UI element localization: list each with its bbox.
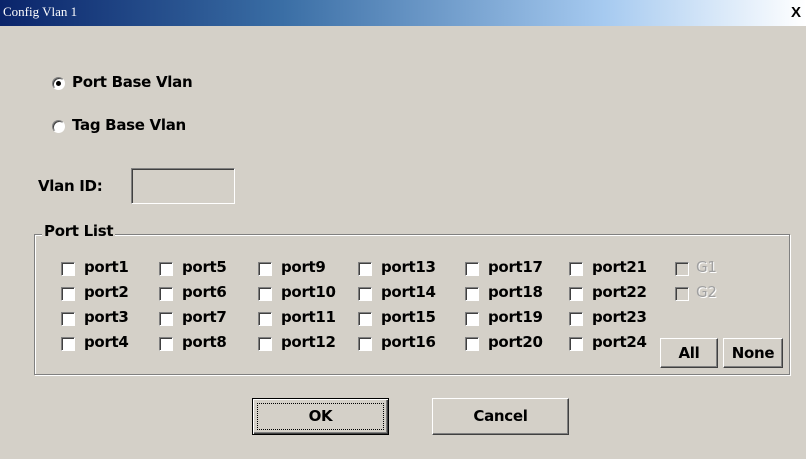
- port9-checkbox[interactable]: [258, 262, 272, 276]
- port9-label[interactable]: port9: [281, 258, 326, 276]
- port20-label[interactable]: port20: [488, 333, 543, 351]
- port22-label[interactable]: port22: [592, 283, 647, 301]
- port16-label[interactable]: port16: [381, 333, 436, 351]
- select-all-label: All: [678, 344, 700, 362]
- port13-checkbox[interactable]: [358, 262, 372, 276]
- config-vlan-dialog: Config Vlan 1 X Port Base Vlan Tag Base …: [0, 0, 806, 459]
- port4-label[interactable]: port4: [84, 333, 129, 351]
- cancel-label: Cancel: [473, 407, 528, 425]
- select-none-button[interactable]: None: [723, 338, 783, 368]
- port2-label[interactable]: port2: [84, 283, 129, 301]
- port7-checkbox[interactable]: [159, 312, 173, 326]
- g1-label: G1: [696, 258, 717, 276]
- port3-checkbox[interactable]: [61, 312, 75, 326]
- select-none-label: None: [731, 344, 775, 362]
- port21-label[interactable]: port21: [592, 258, 647, 276]
- tag-base-vlan-label[interactable]: Tag Base Vlan: [72, 116, 186, 134]
- port12-label[interactable]: port12: [281, 333, 336, 351]
- port12-checkbox[interactable]: [258, 337, 272, 351]
- port11-label[interactable]: port11: [281, 308, 336, 326]
- port11-checkbox[interactable]: [258, 312, 272, 326]
- port-list-legend: Port List: [42, 222, 116, 240]
- port19-label[interactable]: port19: [488, 308, 543, 326]
- port17-label[interactable]: port17: [488, 258, 543, 276]
- focus-ring: [257, 403, 384, 430]
- port4-checkbox[interactable]: [61, 337, 75, 351]
- port20-checkbox[interactable]: [465, 337, 479, 351]
- port6-label[interactable]: port6: [182, 283, 227, 301]
- g1-checkbox: [675, 262, 689, 276]
- port15-checkbox[interactable]: [358, 312, 372, 326]
- port7-label[interactable]: port7: [182, 308, 227, 326]
- vlan-id-input[interactable]: [131, 168, 235, 204]
- port14-label[interactable]: port14: [381, 283, 436, 301]
- port21-checkbox[interactable]: [569, 262, 583, 276]
- select-all-button[interactable]: All: [660, 338, 718, 368]
- port18-label[interactable]: port18: [488, 283, 543, 301]
- port15-label[interactable]: port15: [381, 308, 436, 326]
- radio-selected-dot: [56, 81, 61, 86]
- port2-checkbox[interactable]: [61, 287, 75, 301]
- ok-button[interactable]: OK: [252, 398, 389, 435]
- g2-label: G2: [696, 283, 717, 301]
- close-button[interactable]: X: [788, 5, 804, 21]
- port10-label[interactable]: port10: [281, 283, 336, 301]
- port14-checkbox[interactable]: [358, 287, 372, 301]
- port24-checkbox[interactable]: [569, 337, 583, 351]
- vlan-id-label: Vlan ID:: [38, 177, 103, 195]
- port1-label[interactable]: port1: [84, 258, 129, 276]
- port16-checkbox[interactable]: [358, 337, 372, 351]
- port8-checkbox[interactable]: [159, 337, 173, 351]
- port10-checkbox[interactable]: [258, 287, 272, 301]
- cancel-button[interactable]: Cancel: [432, 398, 569, 435]
- g2-checkbox: [675, 287, 689, 301]
- port3-label[interactable]: port3: [84, 308, 129, 326]
- port8-label[interactable]: port8: [182, 333, 227, 351]
- title-bar: Config Vlan 1 X: [0, 0, 806, 26]
- port1-checkbox[interactable]: [61, 262, 75, 276]
- port18-checkbox[interactable]: [465, 287, 479, 301]
- port19-checkbox[interactable]: [465, 312, 479, 326]
- port5-label[interactable]: port5: [182, 258, 227, 276]
- port22-checkbox[interactable]: [569, 287, 583, 301]
- port6-checkbox[interactable]: [159, 287, 173, 301]
- port13-label[interactable]: port13: [381, 258, 436, 276]
- port17-checkbox[interactable]: [465, 262, 479, 276]
- port5-checkbox[interactable]: [159, 262, 173, 276]
- port24-label[interactable]: port24: [592, 333, 647, 351]
- port23-checkbox[interactable]: [569, 312, 583, 326]
- port-base-vlan-radio[interactable]: [52, 77, 65, 90]
- window-title: Config Vlan 1: [3, 4, 78, 19]
- port-base-vlan-label[interactable]: Port Base Vlan: [72, 73, 193, 91]
- port23-label[interactable]: port23: [592, 308, 647, 326]
- close-icon: X: [790, 4, 801, 21]
- tag-base-vlan-radio[interactable]: [52, 120, 65, 133]
